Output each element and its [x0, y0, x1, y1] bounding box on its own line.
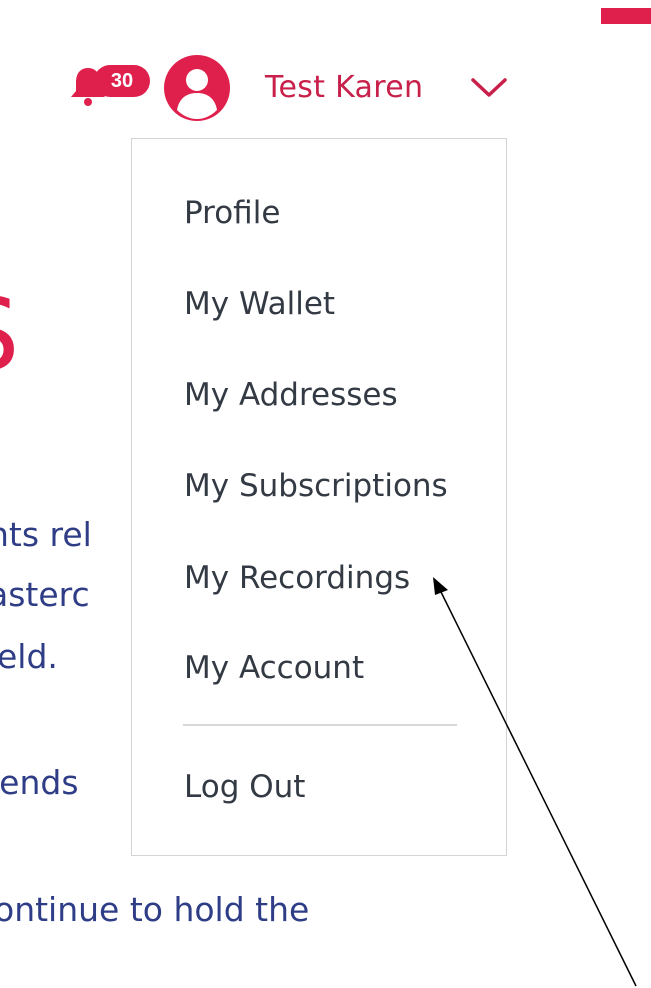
user-name[interactable]: Test Karen — [265, 70, 423, 105]
body-text-line: nts rel — [0, 515, 92, 554]
body-text-line: eld. — [0, 637, 58, 676]
menu-item-my-wallet[interactable]: My Wallet — [184, 289, 335, 320]
menu-item-profile[interactable]: Profile — [184, 198, 280, 229]
menu-item-my-subscriptions[interactable]: My Subscriptions — [184, 471, 448, 502]
chevron-down-icon[interactable] — [470, 76, 508, 100]
menu-item-log-out[interactable]: Log Out — [184, 772, 305, 803]
body-text-line: ontinue to hold the — [0, 890, 310, 929]
avatar-icon[interactable] — [163, 54, 231, 122]
body-text-line: iends — [0, 763, 79, 802]
menu-item-my-account[interactable]: My Account — [184, 653, 364, 684]
accent-bar — [601, 8, 651, 24]
body-text-line: asterc — [0, 575, 90, 614]
page-heading-fragment: S — [0, 285, 19, 385]
menu-divider — [183, 724, 457, 726]
notification-count-badge[interactable]: 30 — [94, 65, 150, 97]
user-dropdown-menu: Profile My Wallet My Addresses My Subscr… — [131, 138, 507, 856]
menu-item-my-addresses[interactable]: My Addresses — [184, 380, 398, 411]
page: S nts rel asterc eld. iends ontinue to h… — [0, 0, 651, 988]
menu-item-my-recordings[interactable]: My Recordings — [184, 563, 410, 594]
